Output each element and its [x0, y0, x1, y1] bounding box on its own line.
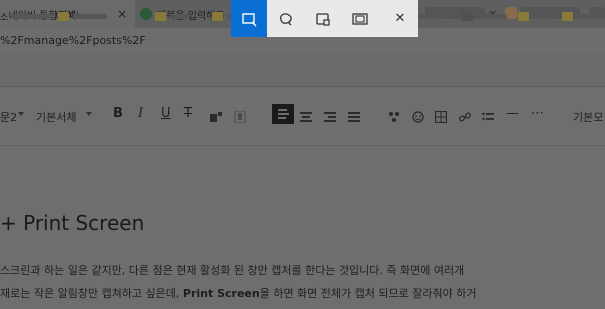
superscript-icon: [210, 112, 222, 122]
special-char-icon: [389, 112, 399, 122]
tab-close-icon[interactable]: ×: [115, 7, 127, 21]
italic-button[interactable]: I: [138, 106, 143, 121]
close-snip-button[interactable]: ✕: [382, 0, 418, 37]
folder-icon: [212, 11, 223, 21]
bold-button[interactable]: B: [113, 106, 123, 121]
paragraph-line-2: 재로는 작은 알림창만 캡쳐하고 싶은데, Print Screen을 하면 화…: [0, 285, 476, 301]
chevron-down-icon: [86, 112, 92, 116]
strikethrough-button[interactable]: T: [184, 106, 192, 121]
fullscreen-snip-button[interactable]: [342, 0, 378, 37]
align-center-button[interactable]: [300, 108, 312, 122]
align-left-icon: [278, 109, 289, 119]
rectangle-snip-button[interactable]: [231, 0, 267, 37]
site-favicon-icon: [140, 8, 152, 20]
bookmark-blur: [577, 13, 605, 19]
align-right-icon: [324, 112, 336, 122]
bookmark-folder[interactable]: [58, 11, 107, 21]
folder-icon: [155, 11, 166, 21]
special-char-button[interactable]: [388, 108, 400, 122]
align-justify-button[interactable]: [348, 108, 360, 122]
freeform-snip-button[interactable]: [268, 0, 304, 37]
url-text: %2Fmanage%2Fposts%2F: [0, 34, 146, 47]
rectangle-snip-icon: [242, 12, 257, 26]
more-options-button[interactable]: ⋯: [531, 106, 544, 121]
paragraph-line-1: 스크린과 하는 일은 같지만, 다른 점은 현재 활성화 된 창만 캡처를 한다…: [0, 264, 465, 277]
horizontal-rule-button[interactable]: —: [506, 106, 519, 121]
bookmark-blur: [170, 13, 190, 19]
bookmark-label: 스: [0, 12, 9, 23]
bookmarks-bar: [0, 52, 605, 87]
align-justify-icon: [348, 112, 360, 122]
bookmark-folder[interactable]: [518, 11, 557, 21]
bullet-list-button[interactable]: [482, 108, 494, 121]
bookmark-folder[interactable]: [155, 11, 190, 21]
font-family-select[interactable]: 기본서체: [36, 109, 76, 125]
paragraph-style-select[interactable]: 문2: [0, 109, 17, 125]
align-right-button[interactable]: [324, 108, 336, 122]
table-button[interactable]: [434, 108, 448, 124]
chevron-down-icon: [18, 112, 24, 116]
folder-icon: [518, 11, 529, 21]
bookmark-blur: [477, 13, 507, 19]
fullscreen-snip-icon: [352, 12, 368, 25]
freeform-snip-icon: [280, 12, 292, 25]
bookmark-blur: [12, 13, 53, 19]
paragraph-text: 을 하면 화면 전체가 캡처 되므로 잘라줘야 하거: [259, 287, 477, 300]
link-icon: [459, 112, 471, 122]
section-heading: + Print Screen: [0, 211, 145, 235]
site-favicon-icon: [462, 11, 473, 21]
table-grid-icon: [434, 110, 448, 124]
window-snip-button[interactable]: [305, 0, 341, 37]
bookmark-blur: [533, 13, 557, 19]
folder-icon: [562, 11, 573, 21]
folder-icon: [58, 11, 69, 21]
superscript-button[interactable]: [210, 108, 222, 122]
emoji-button[interactable]: [412, 108, 424, 123]
align-center-icon: [300, 112, 312, 122]
bullet-list-icon: [482, 112, 494, 121]
link-button[interactable]: [459, 108, 471, 122]
paragraph-text: 재로는 작은 알림창만 캡쳐하고 싶은데,: [0, 287, 183, 300]
bookmark-item[interactable]: [462, 11, 507, 21]
bookmark-folder[interactable]: [562, 11, 605, 21]
smiley-icon: [412, 111, 424, 123]
text-color-icon: [234, 110, 246, 124]
align-left-button-active[interactable]: [272, 104, 294, 124]
text-color-button[interactable]: [234, 108, 246, 124]
bookmark-blur: [415, 13, 445, 19]
bookmark-blur: [73, 13, 107, 19]
right-style-select[interactable]: 기본모: [573, 109, 603, 125]
underline-button[interactable]: U: [161, 106, 171, 121]
print-screen-highlight: Print Screen: [182, 287, 260, 300]
window-snip-icon: [316, 12, 330, 26]
